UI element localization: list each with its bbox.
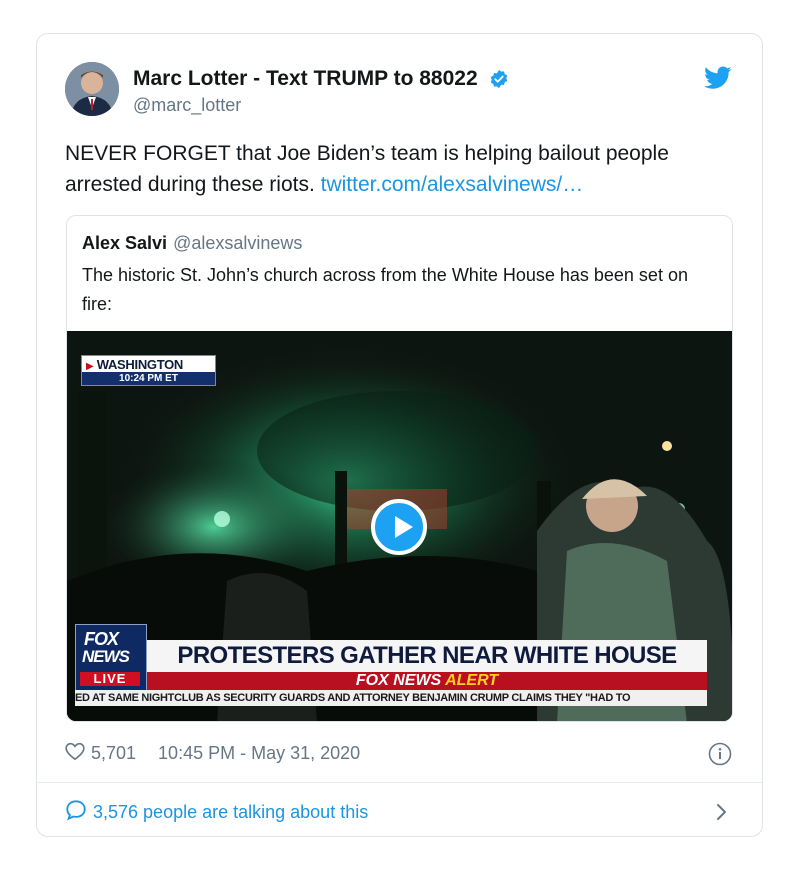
conversation-link[interactable]: 3,576 people are talking about this: [65, 799, 368, 826]
tweet-card[interactable]: Marc Lotter - Text TRUMP to 88022 @marc_…: [36, 33, 763, 837]
twitter-bird-icon[interactable]: [704, 66, 732, 95]
verified-badge-icon: [489, 69, 509, 95]
quoted-header[interactable]: Alex Salvi @alexsalvinews: [82, 233, 302, 254]
author-name[interactable]: Marc Lotter - Text TRUMP to 88022: [133, 67, 509, 95]
red-triangle-icon: ▶: [86, 361, 94, 372]
author-handle[interactable]: @marc_lotter: [133, 95, 241, 116]
author-avatar[interactable]: [65, 62, 119, 116]
play-icon[interactable]: [371, 499, 427, 555]
news-headline: PROTESTERS GATHER NEAR WHITE HOUSE: [147, 640, 707, 672]
alert-part1: FOX NEWS: [355, 672, 442, 689]
location-label: WASHINGTON: [96, 357, 184, 372]
info-icon[interactable]: [708, 742, 732, 771]
quoted-author-name[interactable]: Alex Salvi: [82, 233, 167, 253]
like-count[interactable]: 5,701: [91, 743, 136, 764]
tweet-meta: 5,701 10:45 PM - May 31, 2020: [65, 742, 360, 765]
quoted-tweet[interactable]: Alex Salvi @alexsalvinews The historic St…: [66, 215, 733, 722]
news-alert-bar: FOX NEWS ALERT: [147, 672, 707, 690]
heart-icon[interactable]: [65, 742, 85, 765]
alert-part2: ALERT: [445, 672, 499, 689]
logo-line2: NEWS: [82, 647, 130, 666]
chevron-right-icon[interactable]: [716, 803, 728, 826]
news-ticker: ED AT SAME NIGHTCLUB AS SECURITY GUARDS …: [75, 690, 707, 706]
video-player[interactable]: ▶ WASHINGTON 10:24 PM ET FOX NEWS LIVE P…: [67, 331, 732, 721]
tweet-link[interactable]: twitter.com/alexsalvinews/…: [321, 173, 584, 196]
location-time: 10:24 PM ET: [82, 372, 215, 385]
divider: [37, 782, 762, 783]
location-lower-third: ▶ WASHINGTON 10:24 PM ET: [81, 355, 216, 386]
tweet-timestamp[interactable]: 10:45 PM - May 31, 2020: [158, 743, 360, 764]
fox-news-logo: FOX NEWS LIVE: [75, 624, 147, 692]
comment-bubble-icon: [65, 799, 87, 826]
author-name-text[interactable]: Marc Lotter - Text TRUMP to 88022: [133, 67, 478, 90]
quoted-author-handle[interactable]: @alexsalvinews: [173, 233, 302, 253]
talking-count[interactable]: 3,576 people are talking about this: [93, 802, 368, 823]
quoted-text: The historic St. John’s church across fr…: [82, 265, 688, 314]
live-badge: LIVE: [80, 672, 140, 686]
tweet-text: NEVER FORGET that Joe Biden’s team is he…: [65, 138, 735, 200]
